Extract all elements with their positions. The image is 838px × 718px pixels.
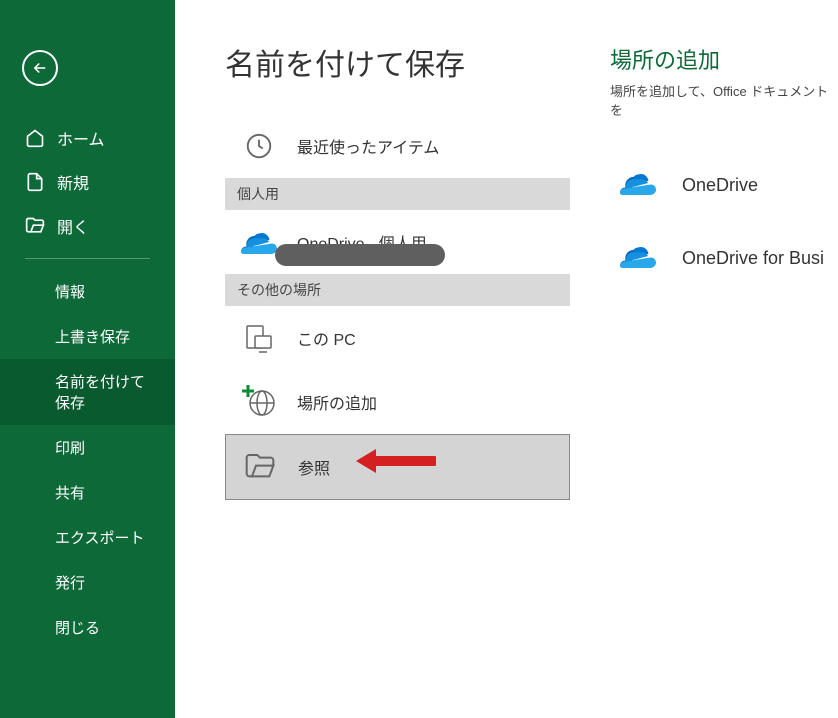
nav-publish[interactable]: 発行: [0, 560, 175, 605]
backstage-sidebar: ホーム 新規 開く 情報 上書き保存 名前を付けて保存 印刷 共有 エクスポート…: [0, 0, 175, 718]
nav-save[interactable]: 上書き保存: [0, 314, 175, 359]
back-arrow-icon: [31, 59, 49, 77]
location-add-label: 場所の追加: [297, 390, 377, 414]
location-this-pc[interactable]: この PC: [225, 306, 570, 370]
location-this-pc-label: この PC: [297, 326, 356, 350]
back-button[interactable]: [22, 50, 58, 86]
onedrive-business-icon: [620, 238, 656, 279]
nav-info[interactable]: 情報: [0, 269, 175, 314]
add-onedrive-business[interactable]: OneDrive for Busi: [610, 222, 838, 295]
annotation-arrow-icon: [346, 443, 436, 479]
add-onedrive[interactable]: OneDrive: [610, 149, 838, 222]
home-icon: [25, 128, 45, 148]
location-browse[interactable]: 参照: [225, 434, 570, 500]
locations-column: 名前を付けて保存 最近使ったアイテム 個人用 OneDrive - 個人用 その…: [225, 40, 570, 718]
nav-export[interactable]: エクスポート: [0, 515, 175, 560]
folder-open-icon: [25, 216, 45, 236]
onedrive-icon: [620, 165, 656, 206]
folder-icon: [242, 449, 278, 485]
nav-open[interactable]: 開く: [0, 204, 175, 248]
nav-saveas[interactable]: 名前を付けて保存: [0, 359, 175, 425]
add-location-title: 場所の追加: [610, 43, 838, 75]
nav-close[interactable]: 閉じる: [0, 605, 175, 650]
section-personal: 個人用: [225, 178, 570, 210]
nav-new[interactable]: 新規: [0, 160, 175, 204]
nav-home[interactable]: ホーム: [0, 116, 175, 160]
add-location-column: 場所の追加 場所を追加して、Office ドキュメントを OneDrive On…: [610, 40, 838, 718]
location-recent-label: 最近使ったアイテム: [297, 134, 439, 158]
nav-share[interactable]: 共有: [0, 470, 175, 515]
nav-print[interactable]: 印刷: [0, 425, 175, 470]
nav-open-label: 開く: [57, 214, 89, 238]
globe-plus-icon: [241, 384, 277, 420]
clock-icon: [241, 128, 277, 164]
add-location-desc: 場所を追加して、Office ドキュメントを: [610, 81, 838, 119]
main-content: 名前を付けて保存 最近使ったアイテム 個人用 OneDrive - 個人用 その…: [175, 0, 838, 718]
onedrive-icon: [241, 224, 277, 260]
location-onedrive-personal[interactable]: OneDrive - 個人用: [225, 210, 570, 274]
file-icon: [25, 172, 45, 192]
section-other: その他の場所: [225, 274, 570, 306]
add-onedrive-business-label: OneDrive for Busi: [682, 248, 824, 269]
this-pc-icon: [241, 320, 277, 356]
nav-divider: [25, 258, 150, 259]
nav-new-label: 新規: [57, 170, 89, 194]
add-onedrive-label: OneDrive: [682, 175, 758, 196]
page-title: 名前を付けて保存: [225, 40, 570, 84]
nav-home-label: ホーム: [57, 126, 105, 150]
location-recent[interactable]: 最近使ったアイテム: [225, 114, 570, 178]
redacted-account: [275, 244, 445, 266]
location-browse-label: 参照: [298, 455, 330, 479]
location-add[interactable]: 場所の追加: [225, 370, 570, 434]
